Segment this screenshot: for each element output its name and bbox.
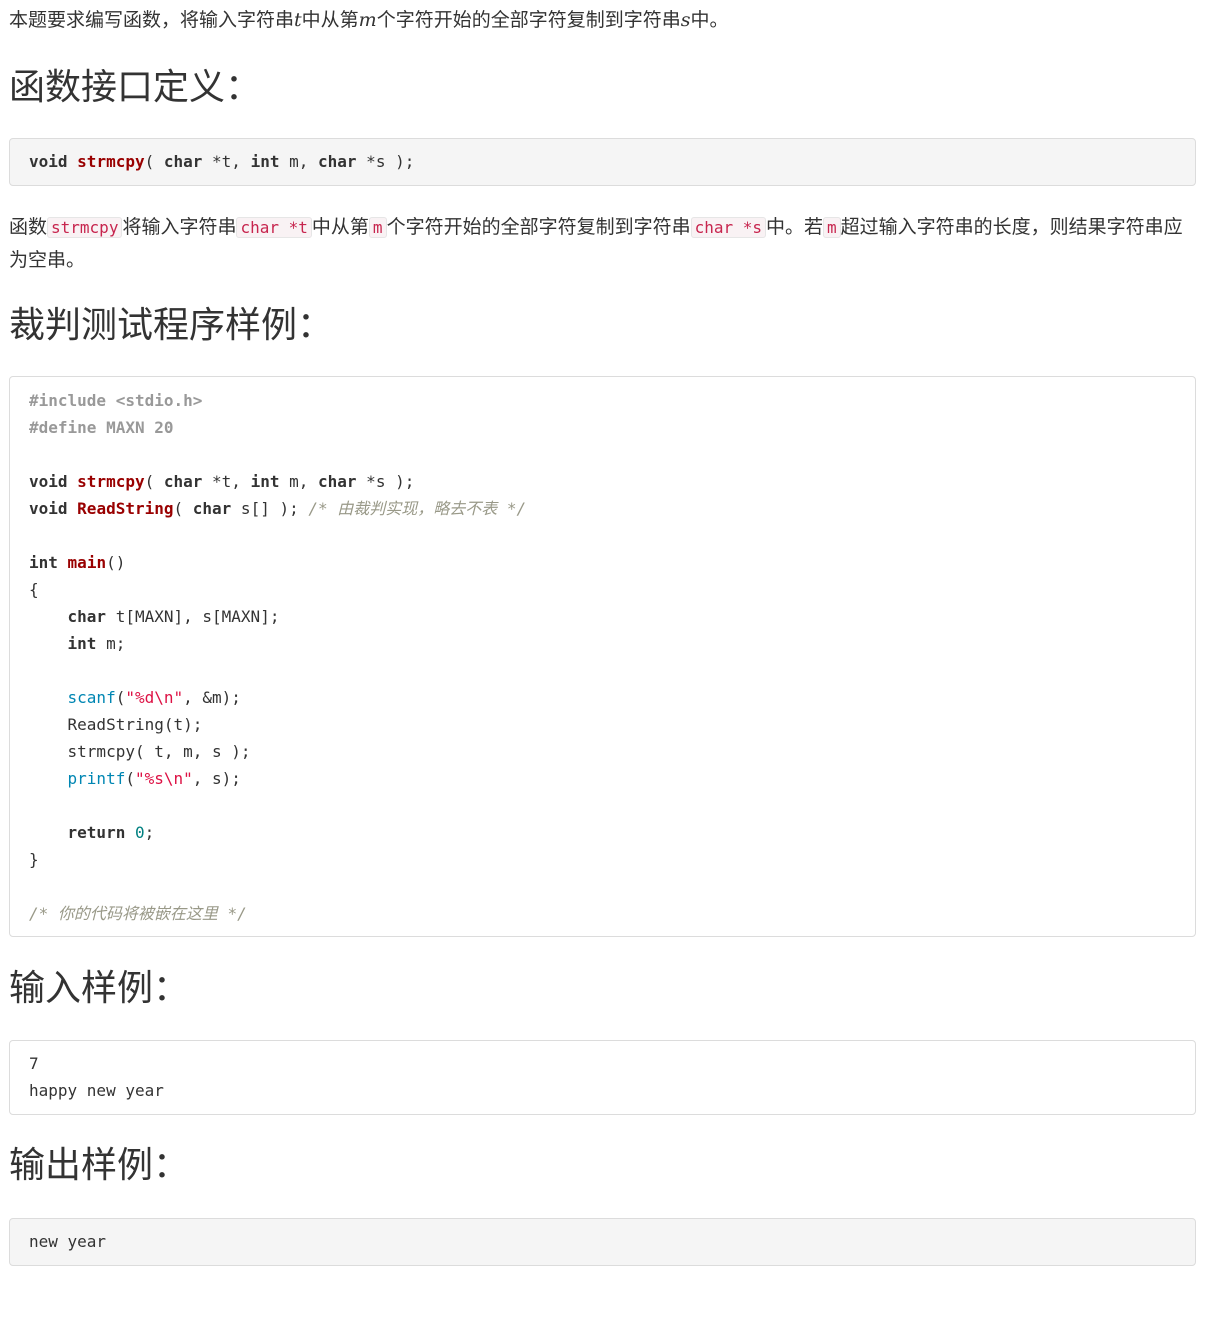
code-keyword: int [67, 634, 97, 653]
intro-paragraph: 本题要求编写函数，将输入字符串t中从第m个字符开始的全部字符复制到字符串s中。 [9, 4, 729, 36]
code-text: { [29, 580, 39, 599]
code-keyword: char [163, 152, 203, 171]
interface-heading: 函数接口定义： [9, 67, 262, 108]
code-text: () [106, 553, 126, 572]
code-text: ; [144, 823, 155, 842]
code-keyword: char [192, 499, 232, 518]
judge-program-heading: 裁判测试程序样例： [9, 305, 334, 346]
code-text: ( [115, 688, 126, 707]
code-text: , &m); [183, 688, 241, 707]
code-text: strmcpy( t, m, s ); [67, 742, 251, 761]
copy-input-button[interactable] [1159, 1052, 1183, 1076]
copy-code-button[interactable] [1159, 388, 1183, 412]
code-keyword: char [318, 152, 357, 171]
input-sample-block: 7 happy new year [9, 1040, 1196, 1115]
intro-text-4: 中。 [690, 9, 729, 31]
output-sample-block: new year [9, 1218, 1196, 1266]
inline-code: char *s [690, 217, 767, 238]
desc-text: 中从第 [311, 216, 369, 238]
code-builtin: printf [67, 769, 126, 788]
code-keyword: char [318, 472, 357, 491]
description-paragraph: 函数 strmcpy 将输入字符串 char *t 中从第 m 个字符开始的全部字符复制到字… [9, 211, 1189, 276]
code-function-name: strmcpy [77, 472, 145, 491]
output-sample-heading: 输出样例： [9, 1145, 190, 1186]
code-text: ReadString(t); [67, 715, 203, 734]
code-builtin: scanf [67, 688, 116, 707]
code-text: *t, [202, 152, 251, 171]
code-keyword: return [67, 823, 126, 842]
inline-code: m [823, 217, 841, 238]
desc-text: 函数 [9, 216, 48, 238]
code-keyword: void [29, 152, 68, 171]
intro-text-1: 本题要求编写函数，将输入字符串 [9, 9, 295, 31]
code-text: } [29, 850, 39, 869]
code-keyword: int [250, 152, 280, 171]
intro-var-t: t [294, 9, 302, 31]
code-preprocessor: #define MAXN 20 [29, 418, 174, 437]
code-string: "%d\n" [125, 688, 184, 707]
code-keyword: int [250, 472, 280, 491]
inline-code: char *t [236, 217, 312, 238]
code-text: *s ); [356, 152, 415, 171]
code-comment: /* 你的代码将被嵌在这里 */ [29, 904, 247, 923]
code-text: m; [96, 634, 126, 653]
code-string: "%s\n" [134, 769, 193, 788]
code-comment: /* 由裁判实现，略去不表 */ [308, 499, 527, 518]
inline-code: m [368, 217, 387, 238]
code-text: ( [125, 769, 135, 788]
code-function-name: ReadString [77, 499, 174, 518]
code-text: m, [279, 152, 319, 171]
intro-text-2: 中从第 [301, 9, 359, 31]
intro-var-m: m [358, 9, 377, 31]
code-number: 0 [134, 823, 145, 842]
desc-text: 中。若 [766, 216, 824, 238]
code-text: ( [144, 152, 164, 171]
intro-text-3: 个字符开始的全部字符复制到字符串 [376, 9, 681, 31]
code-keyword: int [29, 553, 58, 572]
inline-code: strmcpy [47, 217, 123, 238]
code-function-name: strmcpy [77, 152, 145, 171]
code-text: *s ); [356, 472, 415, 491]
code-text: *t, [202, 472, 251, 491]
code-keyword: void [29, 472, 68, 491]
desc-text: 将输入字符串 [122, 216, 237, 238]
code-keyword: char [163, 472, 203, 491]
code-text: t[MAXN], s[MAXN]; [106, 607, 280, 626]
interface-code-block: void strmcpy( char *t, int m, char *s ); [9, 138, 1196, 186]
input-line: happy new year [29, 1081, 164, 1100]
output-line: new year [29, 1232, 107, 1251]
judge-code-block: #include <stdio.h> #define MAXN 20 void … [9, 376, 1196, 937]
code-function-name: main [67, 553, 107, 572]
input-sample-heading: 输入样例： [9, 968, 190, 1009]
desc-text: 个字符开始的全部字符复制到字符串 [386, 216, 691, 238]
code-text: ( [173, 499, 193, 518]
input-line: 7 [29, 1054, 39, 1073]
code-text: , s); [192, 769, 241, 788]
code-text: ( [144, 472, 164, 491]
code-preprocessor: #include <stdio.h> [29, 391, 203, 410]
code-text: s[] ); [231, 499, 309, 518]
code-keyword: void [29, 499, 68, 518]
code-keyword: char [67, 607, 107, 626]
code-text: m, [279, 472, 319, 491]
